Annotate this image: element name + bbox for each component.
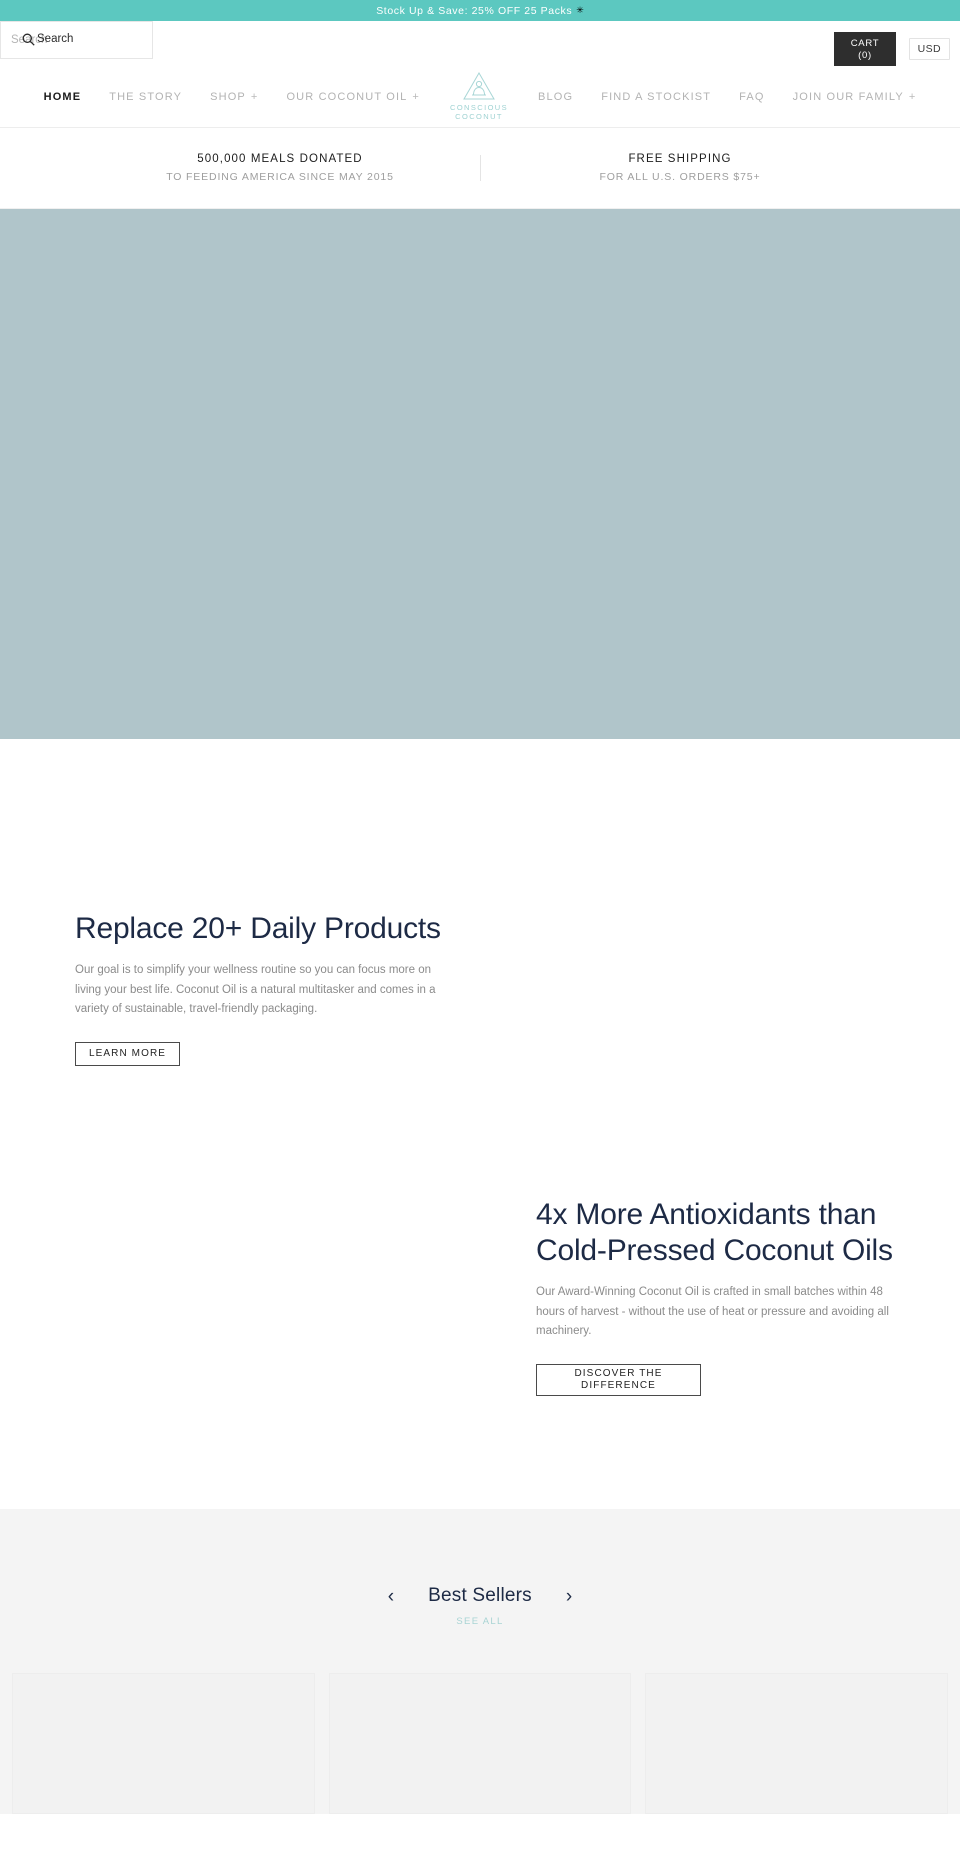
carousel-next-icon[interactable]: ›	[566, 1587, 572, 1606]
feature-text-block: Replace 20+ Daily Products Our goal is t…	[75, 911, 445, 1066]
search-input[interactable]	[11, 22, 151, 58]
promo-column-free-shipping: FREE SHIPPING FOR ALL U.S. ORDERS $75+	[480, 153, 880, 183]
feature-text-block: 4x More Antioxidants than Cold-Pressed C…	[536, 1197, 906, 1396]
nav-item-our-coconut-oil[interactable]: OUR COCONUT OIL +	[272, 91, 434, 103]
promo-title: FREE SHIPPING	[628, 153, 732, 165]
logo-line-2: COCONUT	[455, 111, 503, 121]
feature-body: Our Award-Winning Coconut Oil is crafted…	[536, 1286, 889, 1337]
feature-heading: Replace 20+ Daily Products	[75, 912, 441, 945]
utility-bar: Search CART (0) USD	[0, 21, 960, 66]
expand-plus-icon: +	[412, 90, 420, 103]
expand-plus-icon: +	[250, 90, 259, 103]
nav-item-label: SHOP	[210, 90, 246, 103]
see-all-link[interactable]: SEE ALL	[0, 1616, 960, 1627]
nav-item-label: JOIN OUR FAMILY	[792, 90, 904, 103]
nav-list: HOME THE STORY SHOP + OUR COCONUT OIL +	[30, 71, 931, 122]
carousel-prev-icon[interactable]: ‹	[388, 1587, 394, 1606]
promo-title: 500,000 MEALS DONATED	[197, 153, 363, 165]
nav-item-label: FIND A STOCKIST	[601, 90, 712, 103]
nav-item-blog[interactable]: BLOG	[524, 91, 587, 103]
nav-item-find-a-stockist[interactable]: FIND A STOCKIST	[587, 91, 725, 103]
nav-item-home[interactable]: HOME	[30, 91, 96, 103]
feature-body: Our goal is to simplify your wellness ro…	[75, 964, 436, 1015]
cart-button[interactable]: CART (0)	[834, 32, 896, 66]
expand-plus-icon: +	[908, 90, 917, 103]
button-line-2: DIFFERENCE	[581, 1379, 656, 1391]
feature-heading: 4x More Antioxidants than Cold-Pressed C…	[536, 1198, 893, 1267]
feature-section-replace-products: Replace 20+ Daily Products Our goal is t…	[0, 739, 960, 1139]
announcement-text: Stock Up & Save: 25% OFF 25 Packs	[376, 4, 573, 17]
feature-section-antioxidants: 4x More Antioxidants than Cold-Pressed C…	[0, 1139, 960, 1509]
currency-selector[interactable]: USD	[908, 38, 950, 60]
nav-item-label: OUR COCONUT OIL	[286, 90, 408, 103]
discover-the-difference-button[interactable]: DISCOVER THE DIFFERENCE	[536, 1363, 701, 1396]
product-card[interactable]	[12, 1673, 315, 1814]
search-box[interactable]: Search	[0, 21, 153, 59]
best-sellers-title: Best Sellers	[428, 1585, 532, 1606]
site-logo[interactable]: CONSCIOUS COCONUT	[434, 71, 524, 121]
nav-item-label: FAQ	[739, 90, 765, 103]
best-sellers-header: ‹ Best Sellers ›	[0, 1509, 960, 1607]
main-navigation: HOME THE STORY SHOP + OUR COCONUT OIL +	[0, 66, 960, 128]
promo-subtitle: TO FEEDING AMERICA SINCE MAY 2015	[166, 171, 394, 183]
nav-item-the-story[interactable]: THE STORY	[95, 91, 196, 103]
nav-item-faq[interactable]: FAQ	[725, 91, 778, 103]
nav-item-label: HOME	[43, 90, 82, 103]
product-card[interactable]	[328, 1673, 632, 1814]
cart-label: CART	[850, 38, 880, 49]
homepage: Stock Up & Save: 25% OFF 25 Packs ✳ Sear…	[0, 0, 960, 1875]
learn-more-button[interactable]: LEARN MORE	[75, 1041, 180, 1066]
logo-line-1: CONSCIOUS	[450, 102, 509, 112]
cart-count: (0)	[858, 50, 872, 61]
product-card[interactable]	[645, 1673, 949, 1814]
best-sellers-section: ‹ Best Sellers › SEE ALL	[0, 1509, 960, 1814]
promo-column-meals-donated: 500,000 MEALS DONATED TO FEEDING AMERICA…	[80, 153, 480, 183]
sparkle-icon: ✳	[576, 5, 584, 15]
nav-item-label: THE STORY	[109, 90, 183, 103]
hero-banner[interactable]	[0, 209, 960, 739]
nav-item-shop[interactable]: SHOP +	[196, 91, 272, 103]
nav-item-label: BLOG	[538, 90, 574, 103]
button-line-1: DISCOVER THE	[574, 1367, 663, 1379]
logo-text: CONSCIOUS COCONUT	[450, 103, 508, 121]
nav-item-join-our-family[interactable]: JOIN OUR FAMILY +	[779, 91, 931, 103]
best-sellers-grid	[0, 1673, 960, 1814]
promo-subtitle: FOR ALL U.S. ORDERS $75+	[599, 171, 761, 183]
announcement-bar[interactable]: Stock Up & Save: 25% OFF 25 Packs ✳	[0, 0, 960, 21]
triangle-meditation-logo-icon	[462, 71, 496, 101]
promo-bar: 500,000 MEALS DONATED TO FEEDING AMERICA…	[0, 128, 960, 209]
